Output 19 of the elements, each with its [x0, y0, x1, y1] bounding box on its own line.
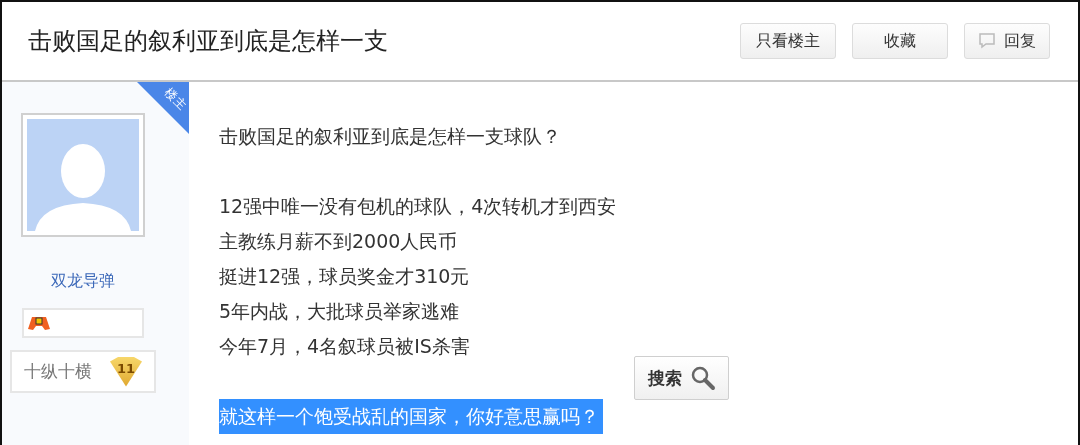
level-badge: 11	[110, 356, 142, 387]
search-icon	[689, 365, 716, 391]
search-button[interactable]: 搜索	[634, 356, 729, 400]
comment-icon	[978, 33, 996, 49]
text-line: 12强中唯一没有包机的球队，4次转机才到西安	[219, 194, 617, 219]
text-line: 主教练月薪不到2000人民币	[219, 229, 458, 254]
post-title: 击败国足的叙利亚到底是怎样一支	[28, 26, 389, 57]
level-title: 十纵十横	[24, 360, 92, 383]
text-line: 击败国足的叙利亚到底是怎样一支球队？	[219, 124, 561, 149]
text-line: 挺进12强，球员奖金才310元	[219, 264, 470, 289]
ribbon-label: 楼主	[160, 85, 190, 114]
gamepad-icon	[28, 315, 50, 331]
reply-button[interactable]: 回复	[964, 23, 1050, 59]
text-line: 今年7月，4名叙球员被IS杀害	[219, 334, 470, 359]
avatar-silhouette-icon	[27, 119, 139, 231]
text-line: 5年内战，大批球员举家逃难	[219, 299, 460, 324]
author-name[interactable]: 双龙导弹	[51, 271, 115, 292]
header-button[interactable]: 只看楼主	[740, 23, 836, 59]
header-button[interactable]: 收藏	[852, 23, 948, 59]
